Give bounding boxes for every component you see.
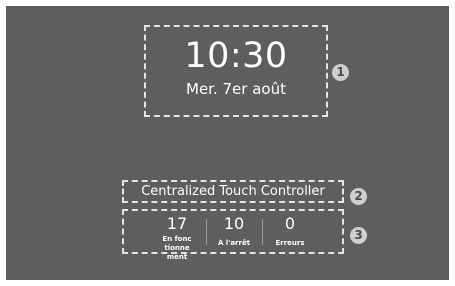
stat-running[interactable]: 17 En fonctionnement xyxy=(150,211,204,261)
stat-divider xyxy=(262,219,263,245)
stat-errors-label: Erreurs xyxy=(275,239,305,247)
status-summary-panel: 17 En fonctionnement 10 À l'arrêt 0 Erre… xyxy=(122,209,344,261)
clock-time: 10:30 xyxy=(184,36,288,76)
callout-badge-2: 2 xyxy=(350,188,367,205)
stat-divider xyxy=(206,219,207,245)
controller-title: Centralized Touch Controller xyxy=(141,184,325,199)
stat-stopped-value: 10 xyxy=(223,214,245,233)
stat-running-label: En fonctionnement xyxy=(162,235,192,261)
stat-errors[interactable]: 0 Erreurs xyxy=(264,211,316,252)
controller-title-panel: Centralized Touch Controller xyxy=(122,180,344,203)
stat-stopped[interactable]: 10 À l'arrêt xyxy=(210,211,258,252)
stat-stopped-label: À l'arrêt xyxy=(217,239,251,247)
stat-errors-value: 0 xyxy=(284,214,296,233)
callout-badge-3: 3 xyxy=(350,227,367,244)
clock-date: Mer. 7er août xyxy=(186,80,286,98)
clock-panel: 10:30 Mer. 7er août xyxy=(144,25,328,117)
controller-screen: 10:30 Mer. 7er août Centralized Touch Co… xyxy=(6,6,449,280)
callout-badge-1: 1 xyxy=(332,64,349,81)
stat-running-value: 17 xyxy=(166,214,188,233)
